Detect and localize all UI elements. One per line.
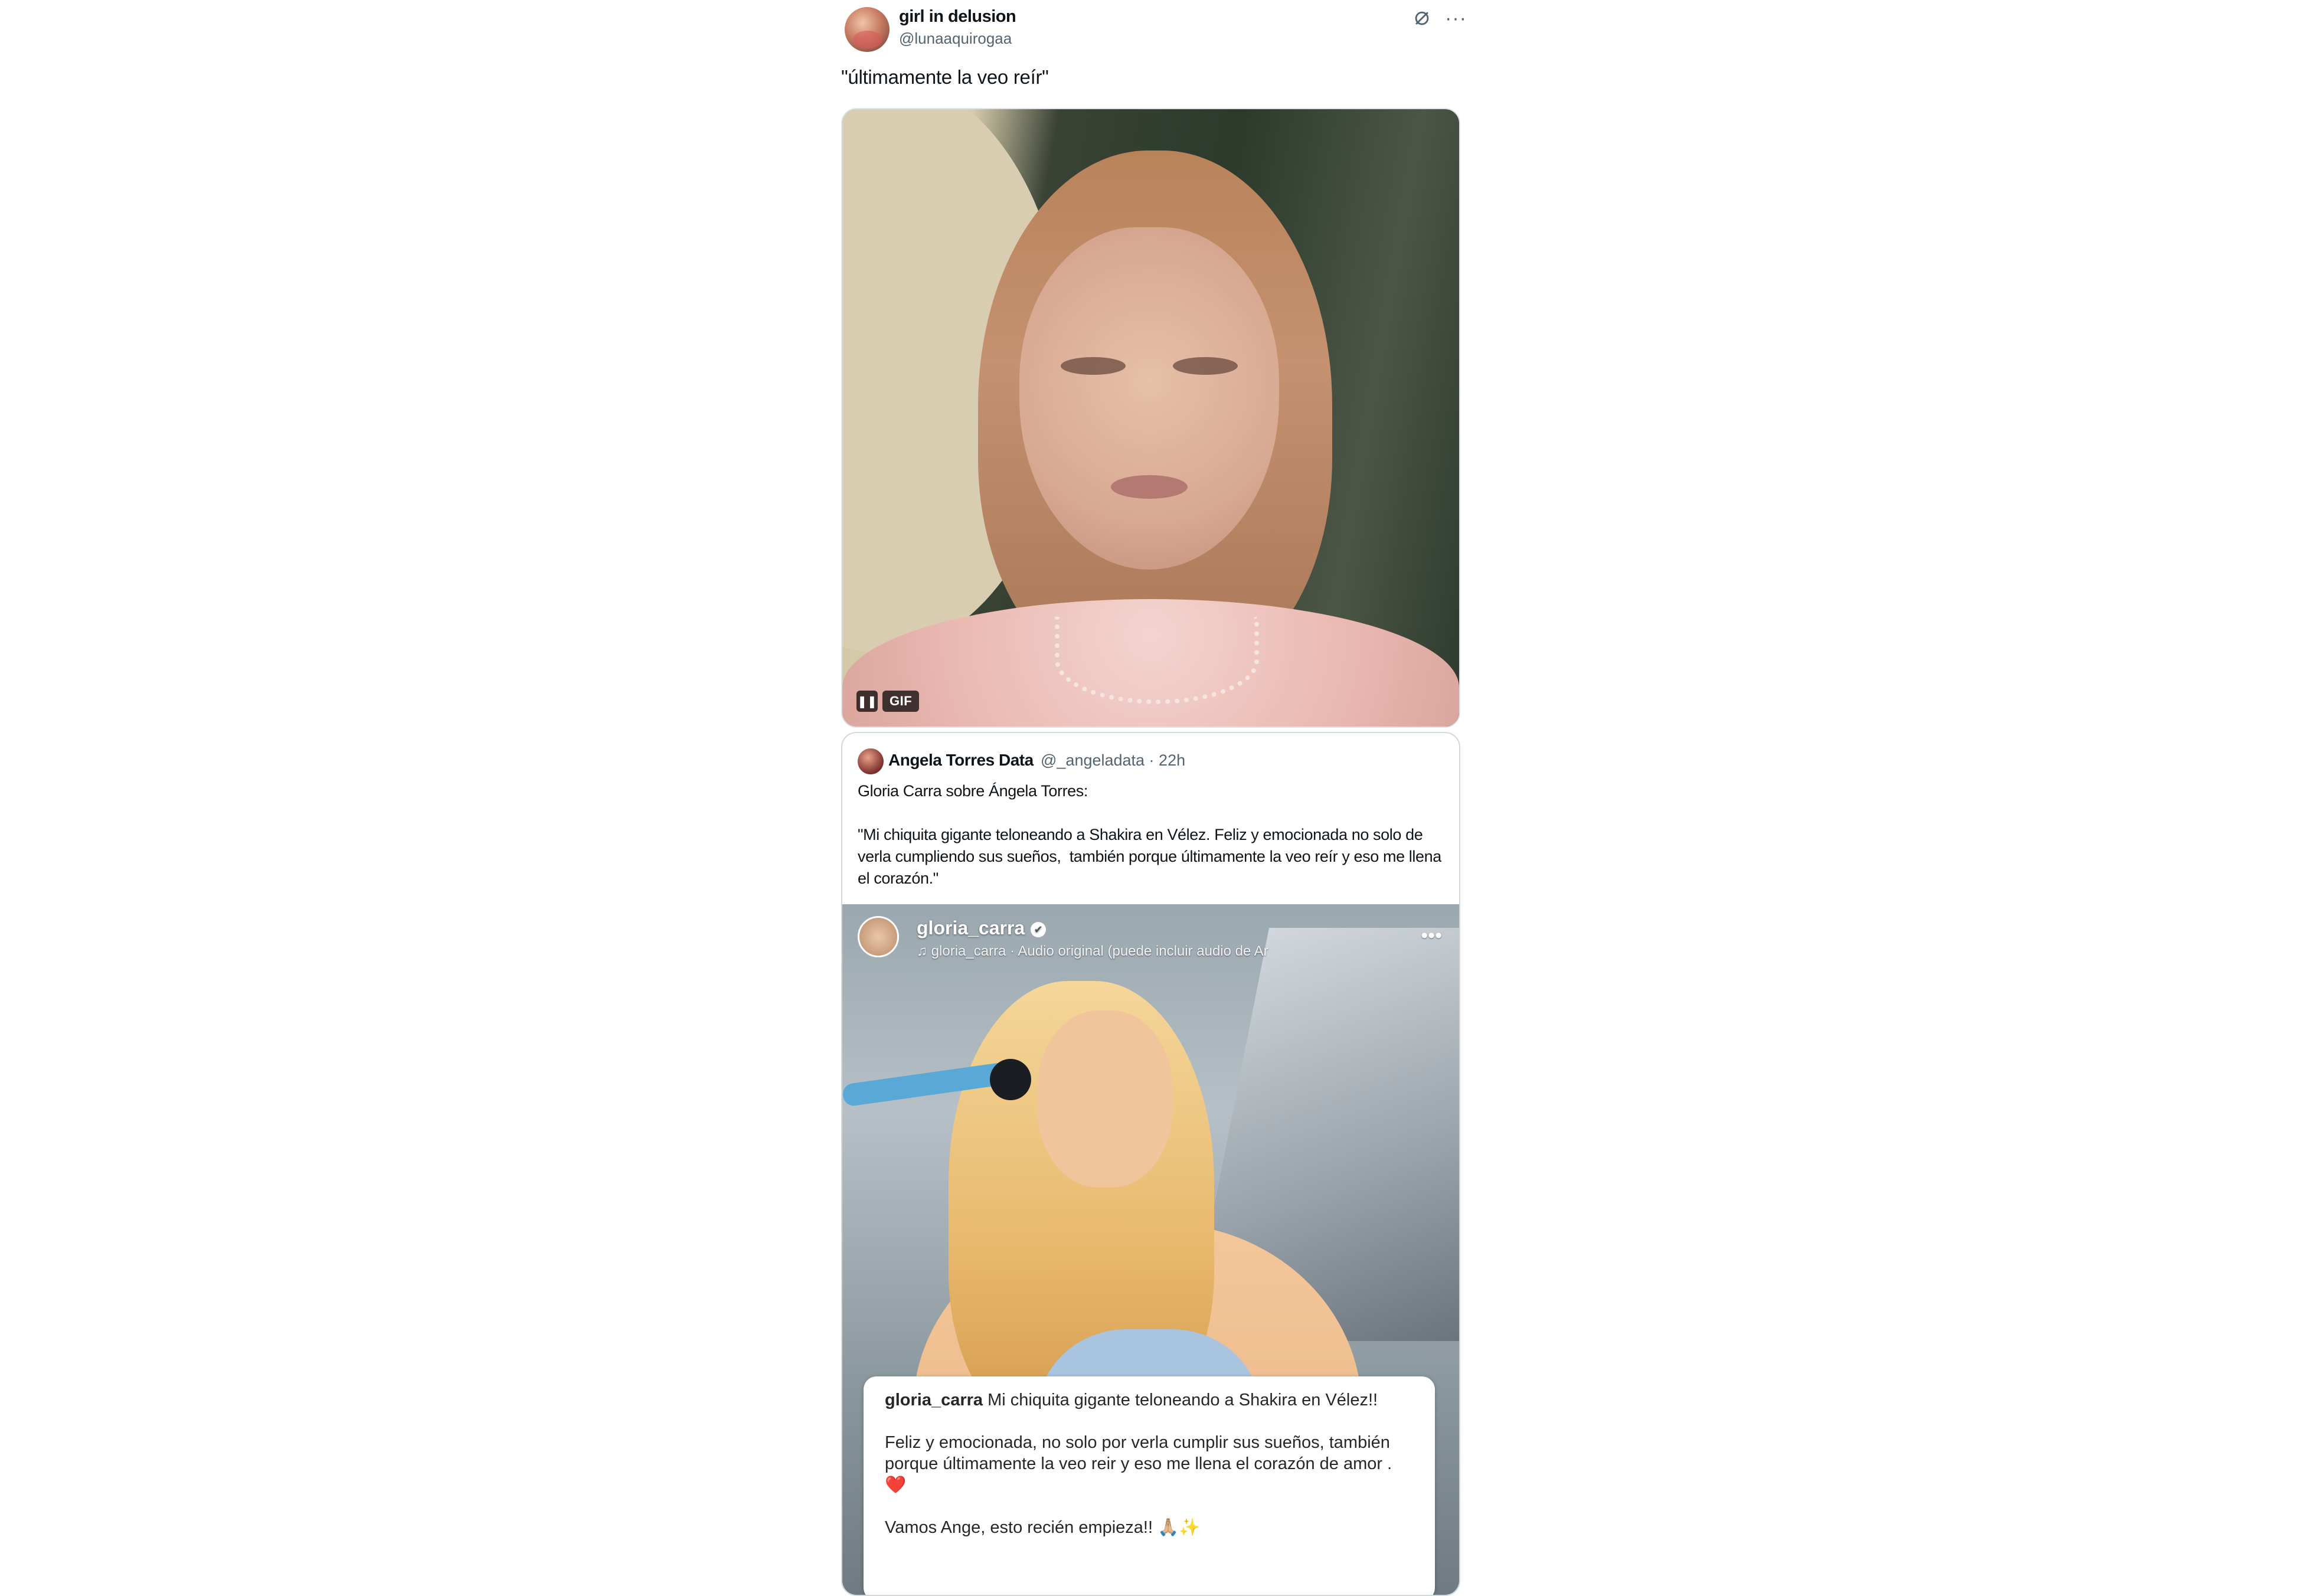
gif-badge: GIF: [882, 691, 920, 712]
ig-caption-card: gloria_carra Mi chiquita gigante telonea…: [864, 1376, 1435, 1595]
more-icon[interactable]: ···: [1445, 8, 1467, 28]
author-handle[interactable]: @lunaaquirogaa: [899, 30, 1012, 48]
instagram-story-header: gloria_carra ✔ ♫ gloria_carra · Audio ori…: [858, 916, 1448, 963]
quoted-tweet-text: Gloria Carra sobre Ángela Torres: "Mi ch…: [858, 782, 1441, 887]
ig-username: gloria_carra ✔: [917, 917, 1047, 939]
grok-icon[interactable]: [1412, 8, 1432, 28]
gif-controls: ❚❚ GIF: [856, 691, 920, 712]
verified-badge-icon: ✔: [1031, 921, 1047, 937]
author-display-name[interactable]: girl in delusion: [899, 7, 1016, 27]
pause-icon[interactable]: ❚❚: [856, 691, 878, 712]
tweet-text: "últimamente la veo reír": [841, 66, 1049, 88]
author-avatar[interactable]: [845, 7, 890, 52]
tweet-gif-media[interactable]: ❚❚ GIF: [841, 108, 1460, 728]
microphone-head: [990, 1059, 1031, 1100]
ig-avatar: [858, 916, 899, 957]
quoted-tweet-image[interactable]: gloria_carra ✔ ♫ gloria_carra · Audio ori…: [842, 904, 1459, 1595]
tweet: girl in delusion @lunaaquirogaa ··· "últ…: [841, 0, 1467, 1596]
ig-audio-label: ♫ gloria_carra · Audio original (puede i…: [917, 943, 1268, 959]
quoted-tweet-card[interactable]: Angela Torres Data @_angeladata · 22h Gl…: [841, 732, 1460, 1596]
gif-figure-necklace: [1055, 617, 1259, 704]
quoted-author-meta: @_angeladata · 22h: [1041, 751, 1186, 769]
gif-figure-eye: [1061, 357, 1126, 375]
quoted-author-name: Angela Torres Data: [888, 751, 1034, 769]
gif-figure-eye: [1173, 357, 1238, 375]
ig-more-icon: •••: [1421, 924, 1442, 947]
ig-caption-user: gloria_carra: [885, 1391, 983, 1409]
gif-figure-face: [1019, 227, 1279, 570]
gif-figure-lips: [1111, 475, 1188, 499]
tweet-header-actions: ···: [1412, 8, 1467, 28]
ig-username-text: gloria_carra: [917, 917, 1025, 938]
quoted-author-avatar: [858, 748, 884, 774]
ig-caption-text: gloria_carra Mi chiquita gigante telonea…: [885, 1389, 1410, 1538]
singer-face: [1037, 1010, 1173, 1188]
ig-caption-body: Mi chiquita gigante teloneando a Shakira…: [885, 1391, 1392, 1537]
